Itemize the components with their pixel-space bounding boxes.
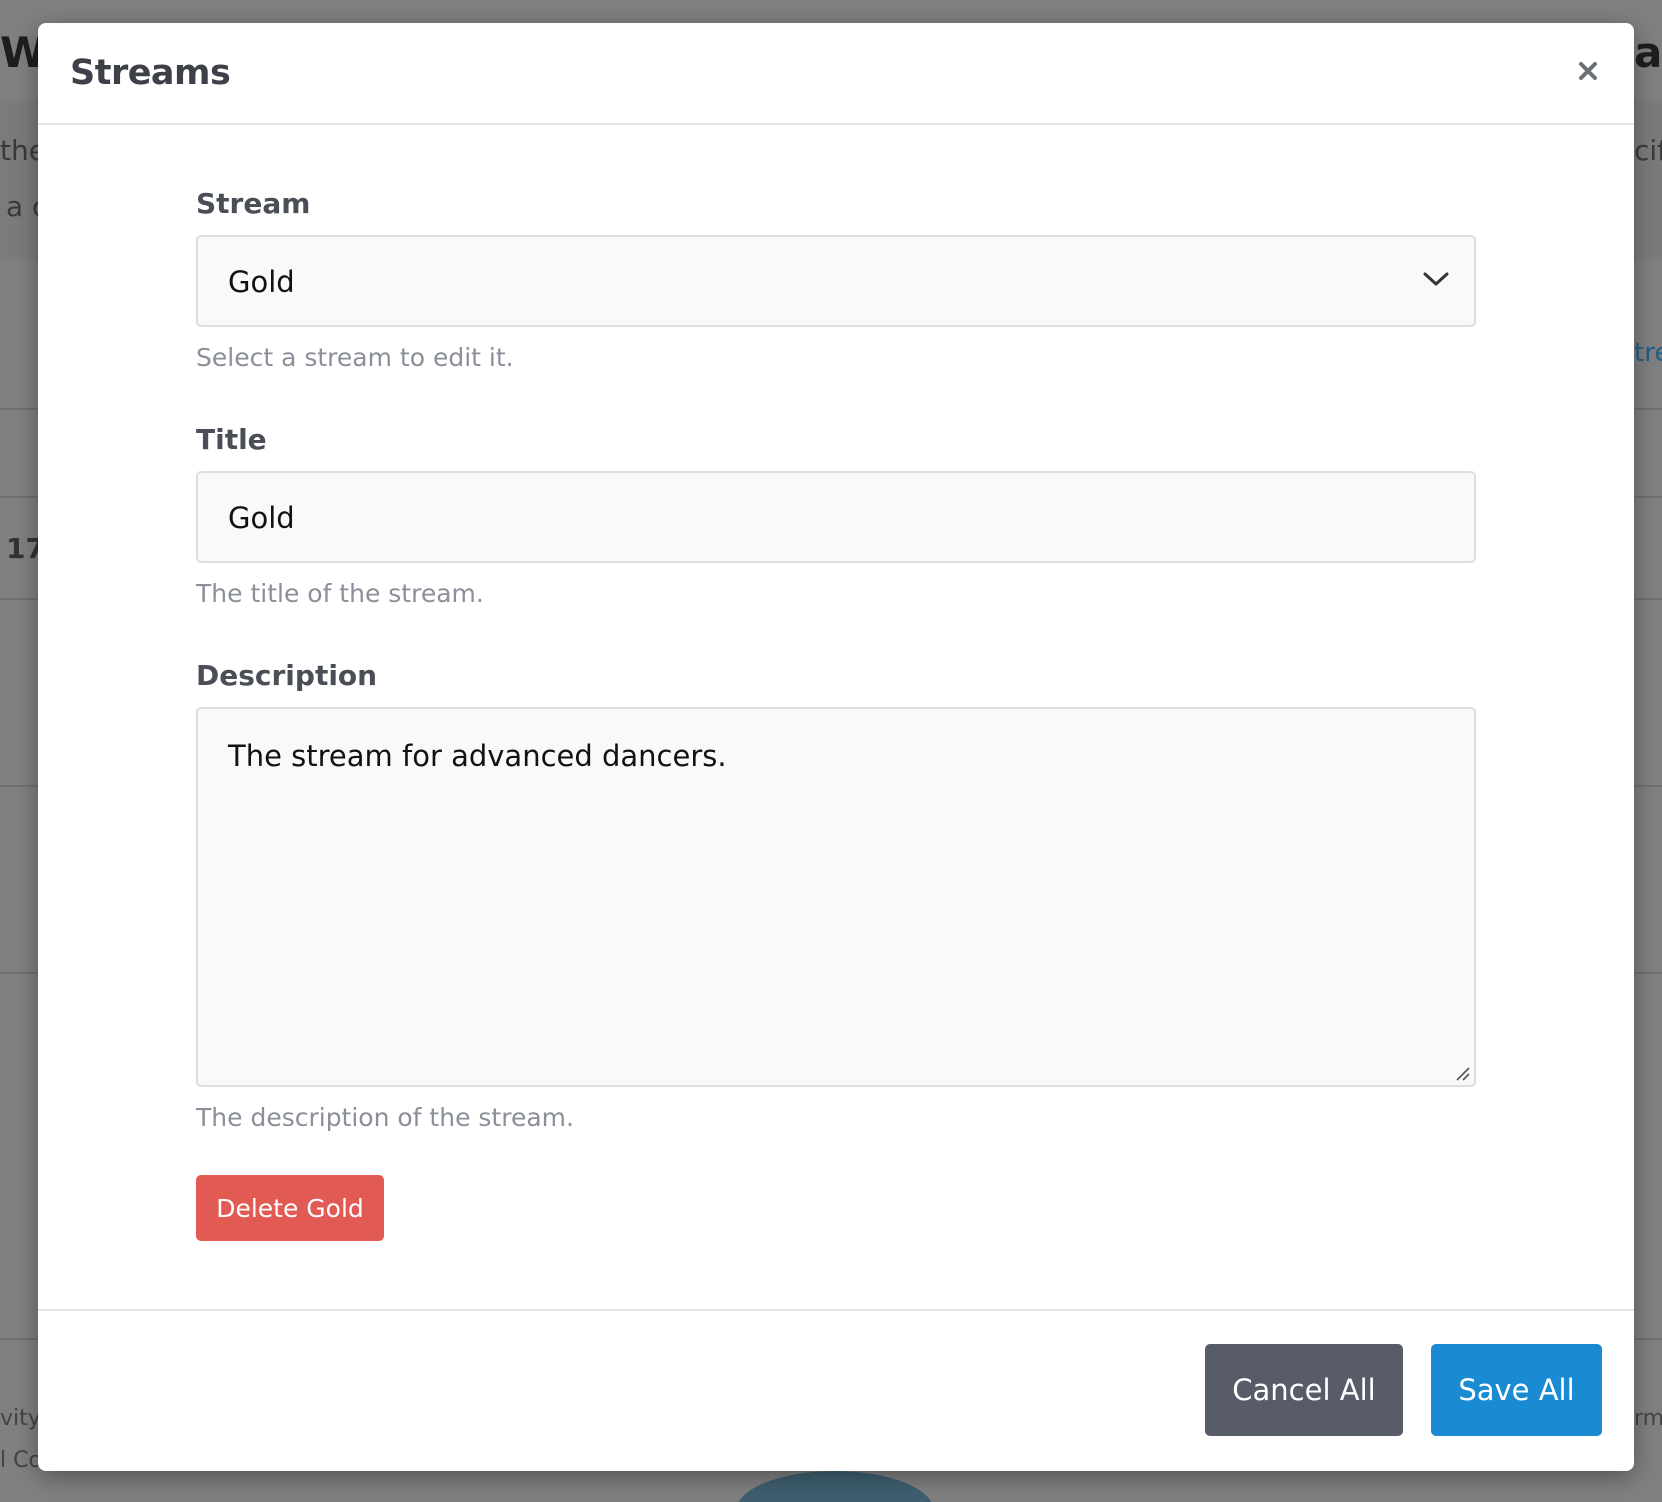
stream-hint: Select a stream to edit it. (196, 343, 514, 372)
chevron-down-icon (1423, 272, 1449, 286)
background-heading-fragment: al (1634, 28, 1662, 77)
background-link-fragment: tre (1634, 338, 1662, 368)
background-heading-fragment: Wl (0, 28, 38, 77)
stream-label: Stream (196, 187, 311, 220)
title-label: Title (196, 423, 267, 456)
description-label: Description (196, 659, 378, 692)
save-all-button[interactable]: Save All (1431, 1344, 1602, 1436)
background-text-fragment: rm (1634, 1406, 1662, 1431)
cancel-all-button[interactable]: Cancel All (1205, 1344, 1403, 1436)
background-text-fragment: a c (6, 190, 38, 223)
modal-title: Streams (70, 53, 231, 93)
description-textarea-value: The stream for advanced dancers. (228, 739, 727, 773)
resize-grip-icon[interactable] (1452, 1063, 1470, 1081)
modal-footer: Cancel All Save All (38, 1309, 1634, 1471)
background-text-fragment: 17 (6, 532, 38, 565)
description-hint: The description of the stream. (196, 1103, 574, 1132)
stream-select-value: Gold (228, 265, 295, 299)
description-textarea[interactable]: The stream for advanced dancers. (196, 707, 1476, 1087)
streams-modal: Streams Stream Gold Select a stream to e… (38, 23, 1634, 1471)
background-text-fragment: the (0, 134, 38, 167)
background-text-fragment: l Co (0, 1448, 38, 1473)
modal-header: Streams (38, 23, 1634, 125)
stream-select[interactable]: Gold (196, 235, 1476, 327)
background-text-fragment: cif (1634, 134, 1662, 167)
title-input-value: Gold (228, 501, 295, 535)
background-text-fragment: vity (0, 1406, 38, 1431)
delete-stream-button[interactable]: Delete Gold (196, 1175, 384, 1241)
close-button[interactable] (1572, 55, 1604, 87)
title-hint: The title of the stream. (196, 579, 484, 608)
close-icon (1579, 62, 1597, 80)
background-logo (736, 1471, 934, 1502)
title-input[interactable]: Gold (196, 471, 1476, 563)
